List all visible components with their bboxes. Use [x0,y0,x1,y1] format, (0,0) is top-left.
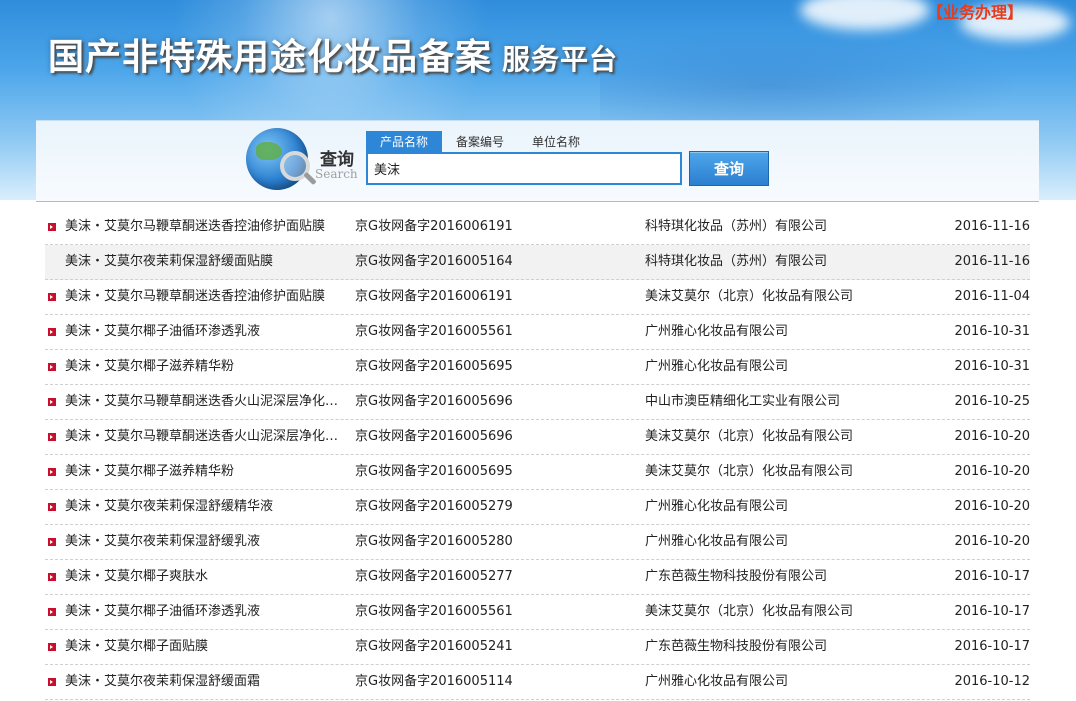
result-row[interactable]: 美沫・艾莫尔椰子油循环渗透乳液 京G妆网备字2016005561 广州雅心化妆品有限… [45,315,1030,350]
arrow-bullet-icon [48,608,56,616]
magnifier-icon [280,151,310,181]
arrow-bullet-icon [48,328,56,336]
record-number: 京G妆网备字2016006191 [355,219,513,234]
cloud-decoration [800,0,930,30]
record-number: 京G妆网备字2016005561 [355,604,513,619]
record-date: 2016-10-20 [954,464,1030,479]
product-name-link[interactable]: 美沫・艾莫尔椰子油循环渗透乳液 [65,315,345,349]
result-row[interactable]: 美沫・艾莫尔椰子爽肤水 京G妆网备字2016005277 广东芭薇生物科技股份有限公… [45,560,1030,595]
result-row[interactable]: 美沫・艾莫尔夜茉莉保湿舒缓面贴膜 京G妆网备字2016005164 科特琪化妆品（苏… [45,245,1030,280]
arrow-bullet-icon [48,643,56,651]
record-date: 2016-10-20 [954,499,1030,514]
result-row[interactable]: 美沫・艾莫尔马鞭草酮迷迭香火山泥深层净化面膜 京G妆网备字2016005696 美沫… [45,420,1030,455]
company-name: 美沫艾莫尔（北京）化妆品有限公司 [645,604,854,619]
arrow-bullet-icon [48,503,56,511]
product-name-link[interactable]: 美沫・艾莫尔椰子面贴膜 [65,630,345,664]
company-name: 中山市澳臣精细化工实业有限公司 [645,394,841,409]
product-name-link[interactable]: 美沫・艾莫尔马鞭草酮迷迭香火山泥深层净化面膜 [65,420,345,454]
company-name: 广州雅心化妆品有限公司 [645,674,789,689]
result-row[interactable]: 美沫・艾莫尔夜茉莉保湿舒缓面霜 京G妆网备字2016005114 广州雅心化妆品有限… [45,665,1030,700]
product-name-link[interactable]: 美沫・艾莫尔马鞭草酮迷迭香控油修护面贴膜 [65,210,345,244]
search-button[interactable]: 查询 [689,151,769,186]
product-name-link[interactable]: 美沫・艾莫尔夜茉莉保湿舒缓精华液 [65,490,345,524]
record-number: 京G妆网备字2016006191 [355,289,513,304]
site-title-main: 国产非特殊用途化妆品备案 [48,36,493,78]
arrow-bullet-icon [48,293,56,301]
arrow-bullet-icon [48,538,56,546]
arrow-bullet-icon [48,678,56,686]
search-tabs: 产品名称 备案编号 单位名称 [366,131,594,153]
product-name-link[interactable]: 美沫・艾莫尔椰子滋养精华粉 [65,455,345,489]
product-name-link[interactable]: 美沫・艾莫尔椰子爽肤水 [65,560,345,594]
search-input[interactable] [366,152,682,185]
record-date: 2016-10-17 [954,604,1030,619]
record-number: 京G妆网备字2016005695 [355,464,513,479]
tab-product-name[interactable]: 产品名称 [366,131,443,153]
record-date: 2016-10-31 [954,359,1030,374]
record-number: 京G妆网备字2016005277 [355,569,513,584]
record-number: 京G妆网备字2016005164 [355,254,513,269]
record-date: 2016-10-31 [954,324,1030,339]
product-name-link[interactable]: 美沫・艾莫尔夜茉莉保湿舒缓乳液 [65,525,345,559]
arrow-bullet-icon [48,223,56,231]
business-link[interactable]: 【业务办理】 [927,0,1023,23]
product-name-link[interactable]: 美沫・艾莫尔椰子油循环渗透乳液 [65,595,345,629]
result-row[interactable]: 美沫・艾莫尔夜茉莉保湿舒缓精华液 京G妆网备字2016005279 广州雅心化妆品有… [45,490,1030,525]
company-name: 广东芭薇生物科技股份有限公司 [645,639,828,654]
record-date: 2016-10-17 [954,569,1030,584]
record-date: 2016-10-12 [954,674,1030,689]
company-name: 美沫艾莫尔（北京）化妆品有限公司 [645,464,854,479]
company-name: 广东芭薇生物科技股份有限公司 [645,569,828,584]
company-name: 广州雅心化妆品有限公司 [645,534,789,549]
record-date: 2016-11-16 [954,254,1030,269]
tab-record-number[interactable]: 备案编号 [442,131,518,153]
record-date: 2016-10-20 [954,429,1030,444]
result-row[interactable]: 美沫・艾莫尔马鞭草酮迷迭香火山泥深层净化面膜 京G妆网备字2016005696 中山… [45,385,1030,420]
product-name-link[interactable]: 美沫・艾莫尔马鞭草酮迷迭香控油修护面贴膜 [65,280,345,314]
result-row[interactable]: 美沫・艾莫尔椰子面贴膜 京G妆网备字2016005241 广东芭薇生物科技股份有限公… [45,630,1030,665]
company-name: 科特琪化妆品（苏州）有限公司 [645,219,828,234]
tab-company-name[interactable]: 单位名称 [518,131,594,153]
company-name: 广州雅心化妆品有限公司 [645,499,789,514]
search-label-english: Search [315,167,358,181]
company-name: 广州雅心化妆品有限公司 [645,324,789,339]
record-date: 2016-11-16 [954,219,1030,234]
record-date: 2016-10-25 [954,394,1030,409]
result-row[interactable]: 美沫・艾莫尔椰子油循环渗透乳液 京G妆网备字2016005561 美沫艾莫尔（北京）… [45,595,1030,630]
company-name: 美沫艾莫尔（北京）化妆品有限公司 [645,289,854,304]
record-number: 京G妆网备字2016005114 [355,674,513,689]
page-title: 国产非特殊用途化妆品备案 服务平台 [48,28,618,80]
company-name: 美沫艾莫尔（北京）化妆品有限公司 [645,429,854,444]
record-number: 京G妆网备字2016005696 [355,429,513,444]
results-list: 美沫・艾莫尔马鞭草酮迷迭香控油修护面贴膜 京G妆网备字2016006191 科特琪化… [45,210,1030,700]
record-number: 京G妆网备字2016005696 [355,394,513,409]
product-name-link[interactable]: 美沫・艾莫尔夜茉莉保湿舒缓面贴膜 [65,245,345,279]
record-number: 京G妆网备字2016005561 [355,324,513,339]
record-number: 京G妆网备字2016005279 [355,499,513,514]
arrow-bullet-icon [48,398,56,406]
record-number: 京G妆网备字2016005695 [355,359,513,374]
product-name-link[interactable]: 美沫・艾莫尔马鞭草酮迷迭香火山泥深层净化面膜 [65,385,345,419]
product-name-link[interactable]: 美沫・艾莫尔椰子滋养精华粉 [65,350,345,384]
company-name: 科特琪化妆品（苏州）有限公司 [645,254,828,269]
result-row[interactable]: 美沫・艾莫尔马鞭草酮迷迭香控油修护面贴膜 京G妆网备字2016006191 科特琪化… [45,210,1030,245]
product-name-link[interactable]: 美沫・艾莫尔夜茉莉保湿舒缓面霜 [65,665,345,699]
record-number: 京G妆网备字2016005280 [355,534,513,549]
search-panel: 查询 Search 产品名称 备案编号 单位名称 查询 [36,120,1039,202]
record-date: 2016-11-04 [954,289,1030,304]
company-name: 广州雅心化妆品有限公司 [645,359,789,374]
result-row[interactable]: 美沫・艾莫尔椰子滋养精华粉 京G妆网备字2016005695 广州雅心化妆品有限公司… [45,350,1030,385]
result-row[interactable]: 美沫・艾莫尔马鞭草酮迷迭香控油修护面贴膜 京G妆网备字2016006191 美沫艾莫… [45,280,1030,315]
arrow-bullet-icon [48,363,56,371]
result-row[interactable]: 美沫・艾莫尔椰子滋养精华粉 京G妆网备字2016005695 美沫艾莫尔（北京）化妆… [45,455,1030,490]
record-date: 2016-10-20 [954,534,1030,549]
result-row[interactable]: 美沫・艾莫尔夜茉莉保湿舒缓乳液 京G妆网备字2016005280 广州雅心化妆品有限… [45,525,1030,560]
record-number: 京G妆网备字2016005241 [355,639,513,654]
site-title-subtitle: 服务平台 [502,43,619,76]
arrow-bullet-icon [48,468,56,476]
arrow-bullet-icon [48,573,56,581]
record-date: 2016-10-17 [954,639,1030,654]
arrow-bullet-icon [48,433,56,441]
